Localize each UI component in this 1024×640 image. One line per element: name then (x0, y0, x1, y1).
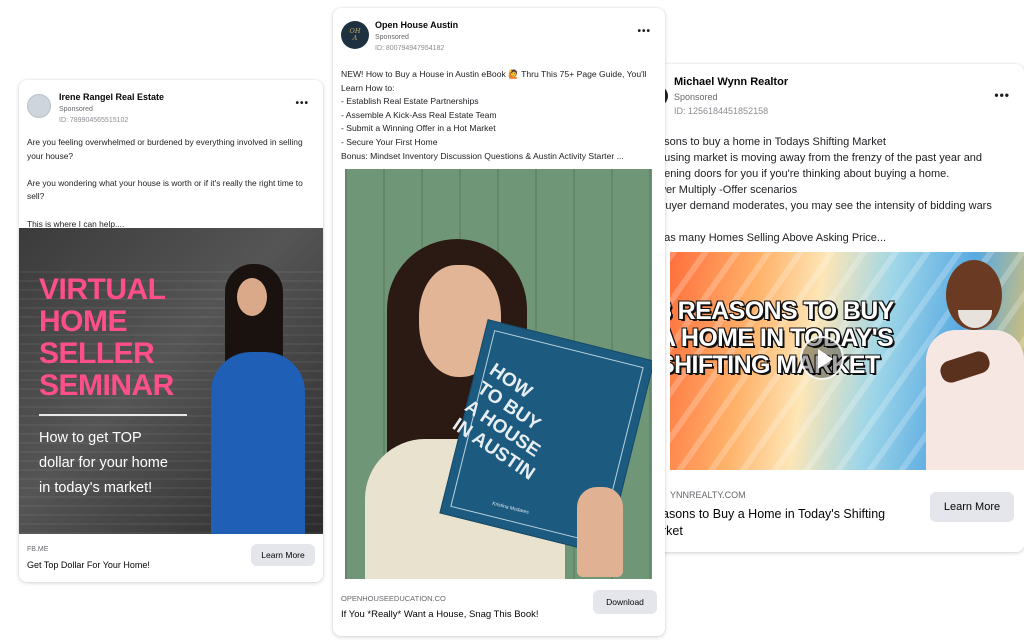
ad-link-footer[interactable]: FB.ME Get Top Dollar For Your Home! Lear… (19, 534, 323, 582)
logo-icon: OH A (349, 27, 361, 42)
sponsored-label: Sponsored (59, 106, 93, 113)
ad-creative-video[interactable]: 3 REASONS TO BUY A HOME IN TODAY'S SHIFT… (670, 252, 1024, 470)
more-options-icon[interactable]: ••• (295, 98, 309, 109)
ad-id: ID: 800794947954182 (375, 45, 445, 52)
link-domain: YNNREALTY.COM (670, 490, 746, 500)
play-icon[interactable] (800, 336, 844, 380)
ad-link-footer[interactable]: OPENHOUSEEDUCATION.CO If You *Really* Wa… (333, 586, 665, 636)
ad-card-irene-rangel: Irene Rangel Real Estate Sponsored ID: 7… (19, 80, 323, 582)
creative-headline: VIRTUAL HOME SELLER SEMINAR (39, 273, 174, 402)
link-domain: FB.ME (27, 546, 49, 553)
ad-id: ID: 789904565515102 (59, 117, 129, 124)
sponsored-label: Sponsored (674, 92, 718, 102)
ad-card-open-house-austin: OH A Open House Austin Sponsored ID: 8007… (333, 8, 665, 636)
ad-link-footer[interactable]: YNNREALTY.COM asons to Buy a Home in Tod… (652, 472, 1024, 552)
learn-more-button[interactable]: Learn More (930, 492, 1014, 522)
learn-more-button[interactable]: Learn More (251, 544, 315, 566)
ad-creative-image[interactable]: HOW TO BUY A HOUSE IN AUSTIN Kristina Mo… (345, 169, 652, 579)
link-domain: OPENHOUSEEDUCATION.CO (341, 594, 446, 603)
ad-card-michael-wynn: Michael Wynn Realtor Sponsored ID: 12561… (652, 64, 1024, 552)
creative-divider (39, 414, 187, 416)
agent-photo (191, 264, 319, 534)
ad-creative-image[interactable]: VIRTUAL HOME SELLER SEMINAR How to get T… (19, 228, 323, 534)
ad-body-text: Are you feeling overwhelmed or burdened … (27, 137, 303, 229)
advertiser-avatar[interactable] (27, 94, 51, 118)
creative-headline: 3 REASONS TO BUY A HOME IN TODAY'S SHIFT… (670, 297, 894, 379)
ad-header: Irene Rangel Real Estate Sponsored ID: 7… (27, 92, 164, 124)
advertiser-name[interactable]: Open House Austin (375, 20, 458, 30)
advertiser-name[interactable]: Michael Wynn Realtor (674, 76, 788, 88)
link-title[interactable]: asons to Buy a Home in Today's Shifting … (662, 506, 920, 540)
more-options-icon[interactable]: ••• (637, 26, 651, 37)
ad-header: OH A Open House Austin Sponsored ID: 8007… (341, 20, 458, 52)
more-options-icon[interactable]: ••• (994, 88, 1010, 102)
ad-body-text: NEW! How to Buy a House in Austin eBook … (341, 69, 647, 161)
creative-subheadline: How to get TOP dollar for your home in t… (39, 430, 168, 496)
ad-header: Michael Wynn Realtor Sponsored ID: 12561… (652, 76, 788, 116)
sponsored-label: Sponsored (375, 34, 409, 41)
ad-id: ID: 1256184451852158 (674, 106, 769, 116)
link-title[interactable]: If You *Really* Want a House, Snag This … (341, 609, 539, 620)
agent-photo (922, 260, 1024, 470)
advertiser-avatar[interactable]: OH A (341, 21, 369, 49)
download-button[interactable]: Download (593, 590, 657, 614)
advertiser-name[interactable]: Irene Rangel Real Estate (59, 92, 164, 102)
link-title[interactable]: Get Top Dollar For Your Home! (27, 560, 150, 570)
ad-body-text: asons to buy a home in Todays Shifting M… (658, 136, 992, 244)
